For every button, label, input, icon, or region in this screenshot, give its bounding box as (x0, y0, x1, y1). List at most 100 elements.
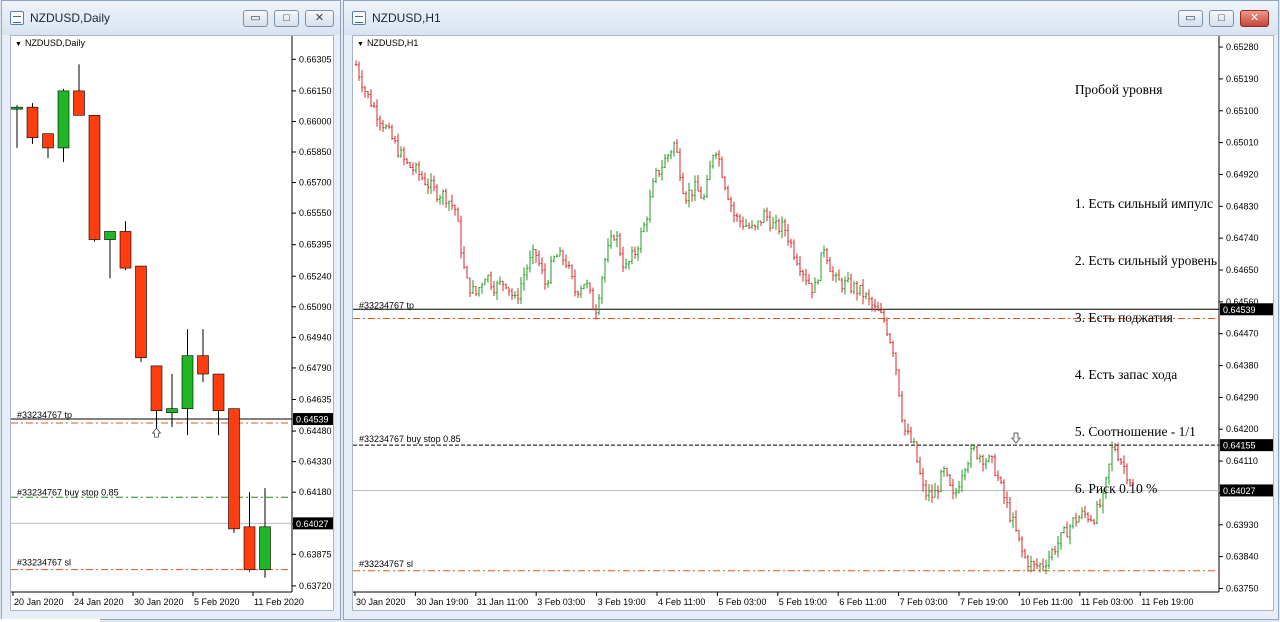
time-tick-label: 31 Jan 11:00 (477, 597, 528, 607)
daily-chart-area[interactable]: 0.66305 0.66150 0.66000 0.65850 0.65700 0.655… (10, 35, 334, 611)
candle-body (228, 408, 240, 530)
daily-chart-window[interactable]: NZDUSD,Daily ▭ □ ✕ 0.66305 0.66150 0.66000… (1, 0, 341, 620)
daily-titlebar[interactable]: NZDUSD,Daily ▭ □ ✕ (2, 1, 340, 35)
chart-window-icon (10, 11, 24, 25)
minimize-button[interactable]: ▭ (243, 10, 268, 27)
tp-price-tag: 0.64539 (1223, 305, 1256, 315)
price-tick-label: 0.65700 (299, 178, 332, 188)
chart-dropdown-icon: ▼ (15, 41, 22, 48)
chart-dropdown-icon: ▼ (357, 41, 364, 48)
candle-body (212, 373, 225, 412)
sl-order-label: #33234767 sl (359, 559, 413, 569)
note-title: Пробой уровня (1074, 82, 1163, 97)
tp-price-tag: 0.64539 (296, 415, 329, 425)
price-tick-label: 0.64790 (299, 363, 332, 373)
candle-body (181, 355, 194, 409)
price-tick-label: 0.64940 (299, 332, 332, 342)
price-tick-label: 0.64180 (299, 487, 332, 497)
price-tick-label: 0.64920 (1226, 169, 1259, 179)
h1-window-title: NZDUSD,H1 (372, 11, 441, 25)
buy-stop-order-label: #33234767 buy stop 0.85 (359, 434, 461, 444)
time-tick-label: 6 Feb 11:00 (839, 597, 886, 607)
price-tick-label: 0.65550 (299, 208, 332, 218)
price-tick-label: 0.65010 (1226, 138, 1259, 148)
time-tick-label: 5 Feb 2020 (194, 597, 240, 607)
time-tick-label: 10 Feb 11:00 (1020, 597, 1072, 607)
price-tick-label: 0.64635 (299, 395, 332, 405)
note-item: 5. Соотношение - 1/1 (1074, 424, 1196, 439)
time-tick-label: 4 Feb 11:00 (658, 597, 705, 607)
candle-body (259, 526, 271, 570)
minimize-button[interactable]: ▭ (1178, 10, 1203, 27)
current-price-tag: 0.64027 (1223, 486, 1256, 496)
restore-button[interactable]: □ (274, 10, 299, 27)
price-tick-label: 0.65850 (299, 147, 332, 157)
price-tick-label: 0.64480 (299, 426, 332, 436)
close-button[interactable]: ✕ (305, 10, 334, 27)
h1-chart-window[interactable]: NZDUSD,H1 ▭ □ ✕ 0.65280 0.65190 0.65100 0.6… (343, 0, 1279, 620)
time-tick-label: 11 Feb 2020 (254, 597, 304, 607)
price-tick-label: 0.64330 (299, 457, 332, 467)
current-price-tag: 0.64027 (296, 519, 329, 529)
daily-chart-svg: 0.66305 0.66150 0.66000 0.65850 0.65700 0.655… (11, 36, 333, 607)
chart-window-icon (352, 11, 366, 25)
tp-order-label: #33234767 tp (17, 410, 72, 420)
time-tick-label: 24 Jan 2020 (74, 597, 124, 607)
buy-stop-order-label: #33234767 buy stop 0.85 (17, 487, 119, 497)
price-tick-label: 0.64650 (1226, 265, 1259, 275)
price-tick-label: 0.66150 (299, 86, 332, 96)
time-tick-label: 11 Feb 03:00 (1081, 597, 1133, 607)
price-tick-label: 0.65280 (1226, 42, 1259, 52)
note-item: 6. Риск 0.10 % (1074, 481, 1158, 496)
candle-body (73, 90, 85, 116)
price-tick-label: 0.66000 (299, 116, 332, 126)
candle-body (104, 231, 116, 240)
time-tick-label: 3 Feb 19:00 (598, 597, 646, 607)
close-button[interactable]: ✕ (1240, 10, 1269, 27)
h1-titlebar[interactable]: NZDUSD,H1 ▭ □ ✕ (344, 1, 1278, 35)
time-tick-label: 5 Feb 03:00 (718, 597, 766, 607)
price-tick-label: 0.65190 (1226, 74, 1259, 84)
candle-body (150, 365, 163, 412)
time-tick-label: 7 Feb 03:00 (900, 597, 948, 607)
price-tick-label: 0.63930 (1226, 520, 1259, 530)
price-tick-label: 0.63750 (1226, 583, 1259, 593)
price-tick-label: 0.64290 (1226, 392, 1259, 402)
time-tick-label: 20 Jan 2020 (14, 597, 64, 607)
restore-button[interactable]: □ (1209, 10, 1234, 27)
h1-symbol-text: NZDUSD,H1 (366, 38, 419, 48)
strategy-note: Пробой уровня 1. Есть сильный импулс 2. … (1075, 42, 1217, 536)
buy-stop-price-tag: 0.64155 (1223, 441, 1256, 451)
price-tick-label: 0.64110 (1226, 456, 1258, 466)
sl-order-label: #33234767 sl (17, 558, 71, 568)
time-tick-label: 30 Jan 19:00 (416, 597, 468, 607)
price-tick-label: 0.64830 (1226, 201, 1259, 211)
down-arrow-icon (1011, 432, 1021, 444)
h1-chart-area[interactable]: 0.65280 0.65190 0.65100 0.65010 0.64920 0.648… (352, 35, 1274, 611)
time-tick-label: 7 Feb 19:00 (960, 597, 1008, 607)
time-tick-label: 11 Feb 19:00 (1141, 597, 1193, 607)
candle-body (11, 106, 23, 110)
price-tick-label: 0.65395 (299, 240, 332, 250)
h1-symbol-label[interactable]: ▼ NZDUSD,H1 (357, 38, 418, 48)
daily-symbol-label[interactable]: ▼ NZDUSD,Daily (15, 38, 85, 48)
tp-order-label: #33234767 tp (359, 300, 414, 310)
price-tick-label: 0.63875 (299, 549, 332, 559)
note-item: 4. Есть запас хода (1074, 367, 1178, 382)
daily-symbol-text: NZDUSD,Daily (24, 38, 85, 48)
time-tick-label: 5 Feb 19:00 (779, 597, 827, 607)
note-item: 3. Есть поджатия (1074, 310, 1173, 325)
price-tick-label: 0.65100 (1226, 106, 1259, 116)
candle-body (57, 90, 70, 149)
price-tick-label: 0.65240 (299, 271, 332, 281)
time-tick-label: 30 Jan 2020 (134, 597, 184, 607)
candle-body (42, 133, 54, 149)
candle-body (26, 106, 39, 139)
candle-body (88, 115, 101, 240)
candle-body (119, 231, 132, 269)
candle-body (197, 355, 209, 375)
time-tick-label: 3 Feb 03:00 (537, 597, 585, 607)
price-tick-label: 0.65090 (299, 302, 332, 312)
note-item: 1. Есть сильный импулс (1074, 196, 1213, 211)
candle-body (243, 526, 256, 570)
